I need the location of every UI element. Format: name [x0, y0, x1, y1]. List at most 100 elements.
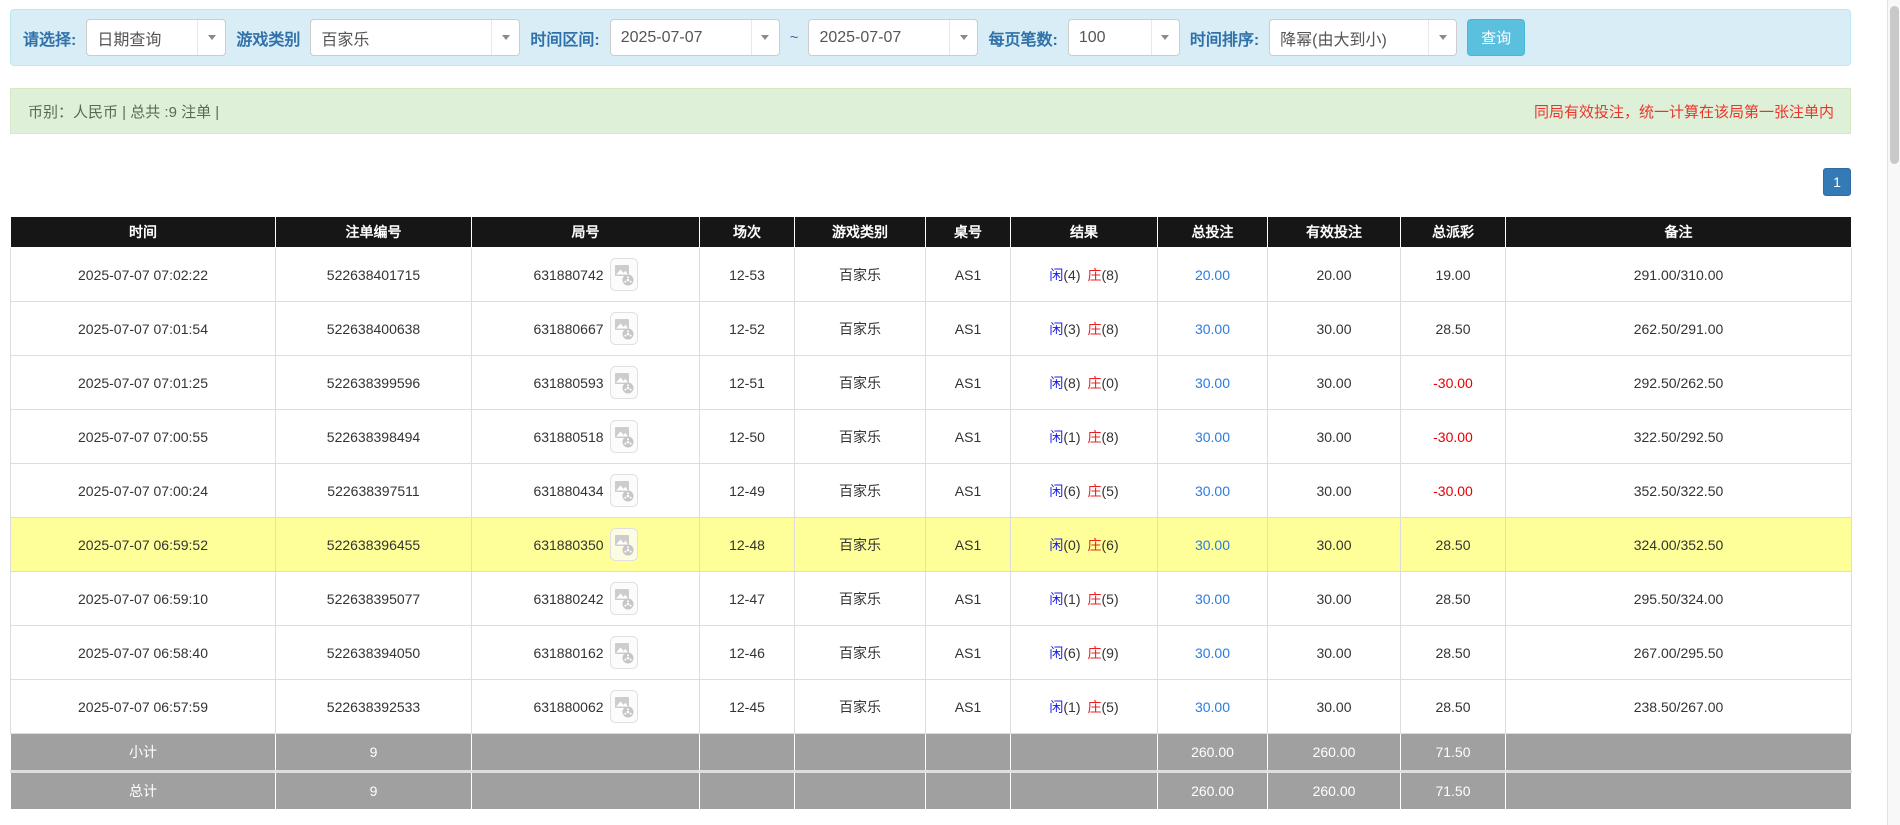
video-replay-button[interactable]	[609, 690, 638, 723]
total-bet-link[interactable]: 30.00	[1195, 483, 1230, 499]
column-header: 备注	[1505, 216, 1852, 248]
cell-session: 12-45	[699, 679, 795, 734]
game-type-select[interactable]: 百家乐	[310, 19, 521, 56]
page-1-button[interactable]: 1	[1823, 168, 1851, 196]
cell-table-number: AS1	[925, 463, 1011, 518]
result-player-score: (1)	[1063, 590, 1081, 607]
chevron-down-icon[interactable]	[197, 20, 225, 55]
table-row: 2025-07-07 06:58:40 522638394050 6318801…	[10, 625, 1852, 680]
video-icon	[609, 312, 638, 345]
result-player-label: 闲	[1049, 698, 1064, 715]
cell-remark: 262.50/291.00	[1505, 301, 1852, 356]
vertical-scrollbar[interactable]	[1887, 0, 1900, 825]
date-from-select[interactable]: 2025-07-07	[609, 19, 780, 56]
column-header: 结果	[1010, 216, 1158, 248]
video-replay-button[interactable]	[609, 636, 638, 669]
subtotal-valid-bet: 260.00	[1267, 733, 1401, 772]
result-banker-label: 庄	[1087, 644, 1102, 661]
video-replay-button[interactable]	[609, 312, 638, 345]
result-banker-label: 庄	[1087, 266, 1102, 283]
cell-table-number: AS1	[925, 247, 1011, 302]
result-player-label: 闲	[1049, 590, 1064, 607]
total-payout: 71.50	[1400, 770, 1506, 810]
total-bet-link[interactable]: 30.00	[1195, 537, 1230, 553]
chevron-down-icon[interactable]	[1428, 20, 1456, 55]
result-banker-label: 庄	[1087, 320, 1102, 337]
footer-empty-cell	[925, 770, 1011, 810]
round-number: 631880162	[533, 644, 604, 661]
chevron-down-icon[interactable]	[491, 20, 519, 55]
subtotal-payout: 71.50	[1400, 733, 1506, 772]
total-bet-link[interactable]: 30.00	[1195, 699, 1230, 715]
cell-round: 631880062	[471, 679, 700, 734]
search-button[interactable]: 查询	[1467, 19, 1526, 56]
video-replay-button[interactable]	[609, 528, 638, 561]
cell-remark: 322.50/292.50	[1505, 409, 1852, 464]
column-header: 时间	[10, 216, 276, 248]
result-player-score: (6)	[1063, 644, 1081, 661]
cell-valid-bet: 30.00	[1267, 409, 1401, 464]
column-header: 场次	[699, 216, 795, 248]
result-player-label: 闲	[1049, 266, 1064, 283]
total-bet-link[interactable]: 30.00	[1195, 375, 1230, 391]
query-type-label: 请选择:	[23, 31, 77, 49]
sort-order-select[interactable]: 降幂(由大到小)	[1269, 19, 1458, 56]
query-type-select[interactable]: 日期查询	[86, 19, 227, 56]
result-player-label: 闲	[1049, 428, 1064, 445]
table-row: 2025-07-07 06:57:59 522638392533 6318800…	[10, 679, 1852, 734]
cell-time: 2025-07-07 06:59:52	[10, 517, 276, 572]
summary-bar: 币别：人民币 | 总共 :9 注单 | 同局有效投注，统一计算在该局第一张注单内	[10, 88, 1851, 134]
video-replay-button[interactable]	[609, 366, 638, 399]
footer-empty-cell	[699, 733, 795, 772]
round-number: 631880434	[533, 482, 604, 499]
total-bet-link[interactable]: 30.00	[1195, 429, 1230, 445]
cell-payout: 28.50	[1400, 571, 1506, 626]
cell-game-type: 百家乐	[794, 355, 926, 410]
video-replay-button[interactable]	[609, 474, 638, 507]
chevron-down-icon[interactable]	[949, 20, 977, 55]
chevron-down-icon[interactable]	[1150, 20, 1179, 55]
cell-table-number: AS1	[925, 409, 1011, 464]
table-row: 2025-07-07 07:00:55 522638398494 6318805…	[10, 409, 1852, 464]
cell-time: 2025-07-07 06:58:40	[10, 625, 276, 680]
cell-payout: 28.50	[1400, 625, 1506, 680]
video-icon	[609, 690, 638, 723]
video-icon	[609, 474, 638, 507]
round-number: 631880667	[533, 320, 604, 337]
chevron-down-icon[interactable]	[750, 20, 779, 55]
table-row: 2025-07-07 07:01:25 522638399596 6318805…	[10, 355, 1852, 410]
table-row: 2025-07-07 07:01:54 522638400638 6318806…	[10, 301, 1852, 356]
date-to-value: 2025-07-07	[819, 28, 902, 46]
table-body: 2025-07-07 07:02:22 522638401715 6318807…	[10, 247, 1852, 734]
result-player-score: (1)	[1063, 698, 1081, 715]
round-number: 631880242	[533, 590, 604, 607]
video-replay-button[interactable]	[609, 420, 638, 453]
cell-payout: 28.50	[1400, 517, 1506, 572]
sort-order-label: 时间排序:	[1189, 31, 1260, 49]
cell-total-bet: 30.00	[1157, 517, 1268, 572]
result-player-score: (6)	[1063, 482, 1081, 499]
bet-records-table-wrap: 时间 注单编号 局号 场次 游戏类别 桌号 结果 总投注 有效投注 总派彩 备注 2025-07-0…	[10, 216, 1852, 810]
video-replay-button[interactable]	[609, 582, 638, 615]
total-bet-link[interactable]: 30.00	[1195, 645, 1230, 661]
cell-session: 12-52	[699, 301, 795, 356]
result-player-label: 闲	[1049, 536, 1064, 553]
cell-result: 闲(1) 庄(5)	[1010, 571, 1158, 626]
scrollbar-thumb[interactable]	[1890, 6, 1899, 164]
date-to-select[interactable]: 2025-07-07	[808, 19, 979, 56]
result-banker-label: 庄	[1087, 698, 1102, 715]
cell-payout: -30.00	[1400, 409, 1506, 464]
sort-order-value: 降幂(由大到小)	[1280, 31, 1387, 49]
cell-game-type: 百家乐	[794, 625, 926, 680]
page-size-select[interactable]: 100	[1067, 19, 1180, 56]
total-bet-link[interactable]: 30.00	[1195, 591, 1230, 607]
cell-remark: 291.00/310.00	[1505, 247, 1852, 302]
video-replay-button[interactable]	[609, 258, 638, 291]
date-range-separator: ~	[789, 29, 799, 46]
currency-total-text: 币别：人民币 | 总共 :9 注单 |	[28, 103, 220, 121]
cell-remark: 352.50/322.50	[1505, 463, 1852, 518]
cell-valid-bet: 20.00	[1267, 247, 1401, 302]
video-icon	[609, 636, 638, 669]
total-bet-link[interactable]: 30.00	[1195, 321, 1230, 337]
total-bet-link[interactable]: 20.00	[1195, 267, 1230, 283]
